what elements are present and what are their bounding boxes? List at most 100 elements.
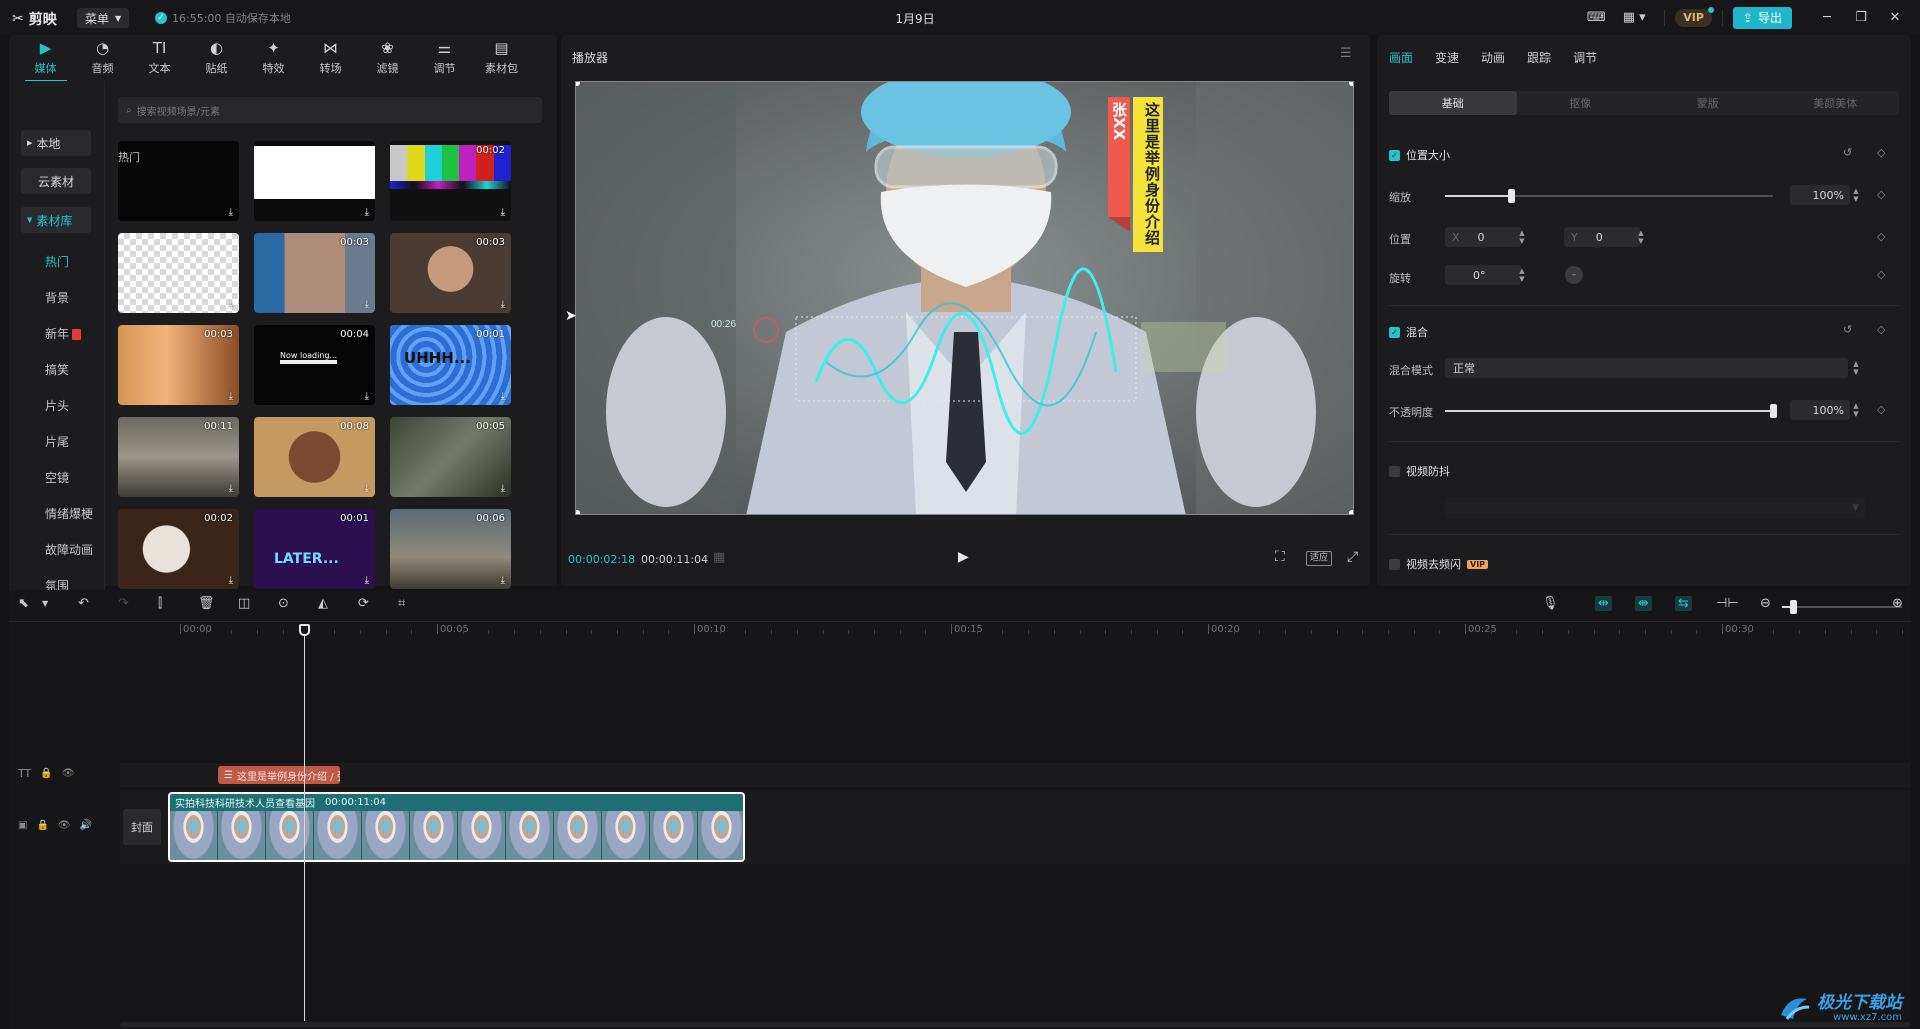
- checkbox-checked-icon[interactable]: ✓: [1389, 149, 1400, 161]
- rotate-dial-icon[interactable]: –: [1565, 266, 1583, 284]
- sidebar-item-6[interactable]: 空镜: [45, 469, 69, 486]
- sidebar-item-7[interactable]: 情绪爆梗: [45, 505, 93, 522]
- play-button[interactable]: ▶: [958, 549, 969, 565]
- download-icon[interactable]: ⤓: [229, 483, 233, 494]
- media-thumbnail[interactable]: ⤓: [118, 233, 239, 313]
- media-thumbnail[interactable]: 00:03 ⤓: [390, 233, 511, 313]
- download-icon[interactable]: ⤓: [501, 575, 505, 586]
- fullscreen-icon[interactable]: ⤢: [1347, 549, 1358, 565]
- scale-slider-knob[interactable]: [1507, 189, 1515, 203]
- download-icon[interactable]: ⤓: [365, 207, 369, 218]
- props-subtab-2[interactable]: 蒙版: [1644, 91, 1772, 115]
- opacity-input[interactable]: 100%: [1790, 400, 1850, 420]
- vip-button[interactable]: VIP: [1675, 6, 1714, 27]
- speaker-icon[interactable]: 🔊: [80, 820, 92, 831]
- main-track-magnet-icon[interactable]: ⇹: [1595, 596, 1612, 611]
- checkbox-checked-icon[interactable]: ✓: [1389, 326, 1400, 338]
- opacity-slider[interactable]: [1445, 404, 1777, 418]
- opacity-slider-knob[interactable]: [1770, 404, 1777, 418]
- blend-mode-stepper[interactable]: ▲ ▼: [1850, 358, 1862, 378]
- close-icon[interactable]: ✕: [1878, 10, 1912, 25]
- props-tab-0[interactable]: 画面: [1389, 49, 1413, 66]
- zoom-in-icon[interactable]: ⊕: [1892, 596, 1903, 611]
- media-thumbnail[interactable]: UHHH... 00:01 ⤓: [390, 325, 511, 405]
- media-thumbnail[interactable]: ⤓: [254, 141, 375, 221]
- media-thumbnail[interactable]: 00:03 ⤓: [254, 233, 375, 313]
- keyboard-shortcut-icon[interactable]: ⌨: [1578, 10, 1614, 25]
- opacity-keyframe-icon[interactable]: ◇: [1877, 403, 1885, 416]
- download-icon[interactable]: ⤓: [365, 575, 369, 586]
- sidebar-item-1[interactable]: 背景: [45, 289, 69, 306]
- media-thumbnail[interactable]: 00:02 ⤓: [118, 509, 239, 589]
- minimize-icon[interactable]: ─: [1810, 10, 1844, 25]
- eye-icon[interactable]: 👁: [58, 820, 71, 831]
- mirror-icon[interactable]: ◭: [318, 596, 328, 611]
- tab-effects[interactable]: ✦ 特效: [245, 35, 302, 81]
- tab-package[interactable]: ▤ 素材包: [473, 35, 530, 81]
- rotate-keyframe-icon[interactable]: ◇: [1877, 268, 1885, 281]
- sidebar-item-8[interactable]: 故障动画: [45, 541, 93, 558]
- zoom-out-icon[interactable]: ⊖: [1760, 596, 1771, 611]
- download-icon[interactable]: ⤓: [229, 391, 233, 402]
- delete-icon[interactable]: 🗑: [198, 596, 215, 611]
- download-icon[interactable]: ⤓: [501, 391, 505, 402]
- fit-button[interactable]: 适应: [1306, 551, 1332, 566]
- player-menu-icon[interactable]: ☰: [1340, 46, 1352, 61]
- tab-audio[interactable]: ◔ 音频: [74, 35, 131, 81]
- position-y-input[interactable]: Y 0: [1564, 227, 1640, 247]
- section-blend[interactable]: ✓ 混合: [1389, 324, 1428, 340]
- position-x-input[interactable]: X 0: [1445, 227, 1521, 247]
- sidebar-item-0[interactable]: 热门: [45, 253, 69, 270]
- props-tab-1[interactable]: 变速: [1435, 49, 1459, 66]
- download-icon[interactable]: ⤓: [365, 299, 369, 310]
- preview-axis-icon[interactable]: ⊣⊢: [1716, 596, 1739, 611]
- props-subtab-0[interactable]: 基础: [1389, 91, 1517, 115]
- download-icon[interactable]: ⤓: [229, 575, 233, 586]
- media-thumbnail[interactable]: 00:06 ⤓: [390, 509, 511, 589]
- timeline-scrollbar[interactable]: [120, 1022, 1910, 1027]
- chevron-down-icon[interactable]: ▼: [42, 599, 48, 608]
- scale-input[interactable]: 100%: [1790, 185, 1850, 205]
- media-thumbnail[interactable]: 00:02 ⤓: [390, 141, 511, 221]
- download-icon[interactable]: ⤓: [501, 483, 505, 494]
- position-x-stepper[interactable]: ▲ ▼: [1516, 227, 1528, 247]
- scale-stepper[interactable]: ▲ ▼: [1850, 185, 1862, 205]
- keyframe-icon[interactable]: ◇: [1877, 146, 1885, 159]
- media-thumbnail[interactable]: 00:11 ⤓: [118, 417, 239, 497]
- section-stabilize[interactable]: 视频防抖: [1389, 463, 1450, 479]
- blend-mode-select[interactable]: 正常: [1445, 358, 1848, 378]
- eye-icon[interactable]: 👁: [62, 768, 75, 779]
- props-tab-3[interactable]: 跟踪: [1527, 49, 1551, 66]
- position-keyframe-icon[interactable]: ◇: [1877, 230, 1885, 243]
- crop-icon[interactable]: ⌗: [398, 596, 405, 611]
- tab-media[interactable]: ▶ 媒体: [17, 35, 74, 81]
- undo-icon[interactable]: ↶: [78, 596, 89, 611]
- media-thumbnail[interactable]: LATER... 00:01 ⤓: [254, 509, 375, 589]
- download-icon[interactable]: ⤓: [365, 391, 369, 402]
- scale-keyframe-icon[interactable]: ◇: [1877, 188, 1885, 201]
- tab-filter[interactable]: ❀ 滤镜: [359, 35, 416, 81]
- zoom-slider-knob[interactable]: [1790, 600, 1797, 614]
- sidebar-cloud-button[interactable]: 云素材: [21, 168, 91, 194]
- text-clip[interactable]: ☰ 这里是举例身份介绍 / 张: [218, 766, 340, 784]
- lock-icon[interactable]: 🔒: [36, 820, 48, 831]
- blend-keyframe-icon[interactable]: ◇: [1877, 323, 1885, 336]
- select-tool-icon[interactable]: ⬉: [18, 596, 29, 611]
- reverse-icon[interactable]: ⊙: [278, 596, 289, 611]
- video-preview[interactable]: 00:26 张XX 这里是举例身份介绍: [575, 81, 1354, 515]
- screenshot-icon[interactable]: ⛶: [1275, 549, 1285, 565]
- export-button[interactable]: ⇪ 导出: [1732, 6, 1792, 29]
- section-deflicker[interactable]: 视频去频闪 VIP: [1389, 556, 1489, 572]
- download-icon[interactable]: ⤓: [365, 483, 369, 494]
- freeze-frame-icon[interactable]: ◫: [238, 596, 250, 611]
- lock-icon[interactable]: 🔒: [40, 768, 52, 779]
- split-icon[interactable]: ⫿: [158, 596, 162, 611]
- tab-adjust[interactable]: ⚌ 调节: [416, 35, 473, 81]
- sidebar-item-2[interactable]: 新年: [45, 325, 82, 342]
- rotate-icon[interactable]: ⟳: [358, 596, 369, 611]
- download-icon[interactable]: ⤓: [501, 207, 505, 218]
- rotate-stepper[interactable]: ▲ ▼: [1516, 265, 1528, 285]
- checkbox-unchecked-icon[interactable]: [1389, 558, 1400, 570]
- opacity-stepper[interactable]: ▲ ▼: [1850, 400, 1862, 420]
- download-icon[interactable]: ⤓: [229, 299, 233, 310]
